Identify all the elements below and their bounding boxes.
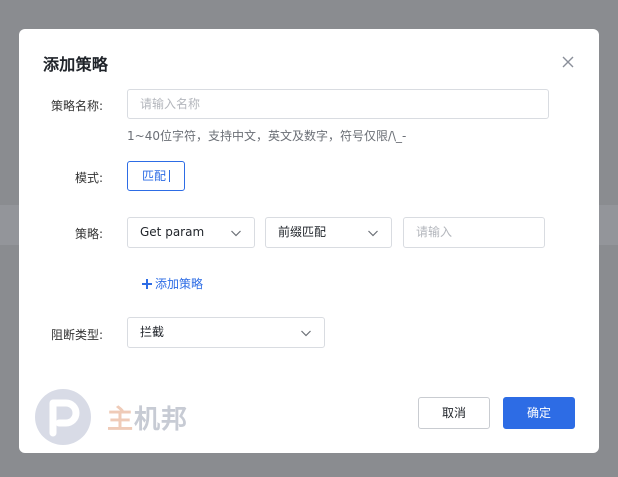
strategy-field-select[interactable]: Get param xyxy=(127,217,255,248)
mode-label: 模式: xyxy=(74,171,103,185)
strategy-match-value: 前缀匹配 xyxy=(278,225,327,239)
close-icon[interactable] xyxy=(561,55,575,69)
mode-match-label: 匹配 xyxy=(141,169,166,183)
block-type-select[interactable]: 拦截 xyxy=(127,317,325,348)
name-label: 策略名称: xyxy=(50,99,103,113)
add-strategy-dialog: 添加策略 策略名称: 请输入名称 1~40位字符，支持中文，英文及数字，符号仅限… xyxy=(19,29,599,453)
block-type-value: 拦截 xyxy=(140,325,165,339)
strategy-match-select[interactable]: 前缀匹配 xyxy=(265,217,392,248)
text-caret xyxy=(169,170,170,182)
block-type-label: 阻断类型: xyxy=(50,328,103,342)
add-strategy-label: 添加策略 xyxy=(155,277,204,291)
plus-icon xyxy=(142,278,152,289)
confirm-button[interactable]: 确定 xyxy=(503,397,575,429)
watermark-logo: 主机邦 xyxy=(33,387,203,447)
strategy-field-value: Get param xyxy=(140,225,205,239)
mode-match-button[interactable]: 匹配 xyxy=(127,161,185,191)
strategy-value-input[interactable]: 请输入 xyxy=(403,217,545,248)
watermark-badge-icon xyxy=(35,389,91,445)
strategy-label: 策略: xyxy=(74,227,103,241)
chevron-down-icon xyxy=(301,330,311,337)
name-help-text: 1~40位字符，支持中文，英文及数字，符号仅限/\_- xyxy=(127,129,407,143)
chevron-down-icon xyxy=(368,230,378,237)
chevron-down-icon xyxy=(231,230,241,237)
cancel-button[interactable]: 取消 xyxy=(418,397,490,429)
watermark-text: 主机邦 xyxy=(107,405,189,435)
dialog-title: 添加策略 xyxy=(43,55,109,74)
add-strategy-link[interactable]: 添加策略 xyxy=(141,275,203,292)
name-input[interactable]: 请输入名称 xyxy=(127,89,549,119)
